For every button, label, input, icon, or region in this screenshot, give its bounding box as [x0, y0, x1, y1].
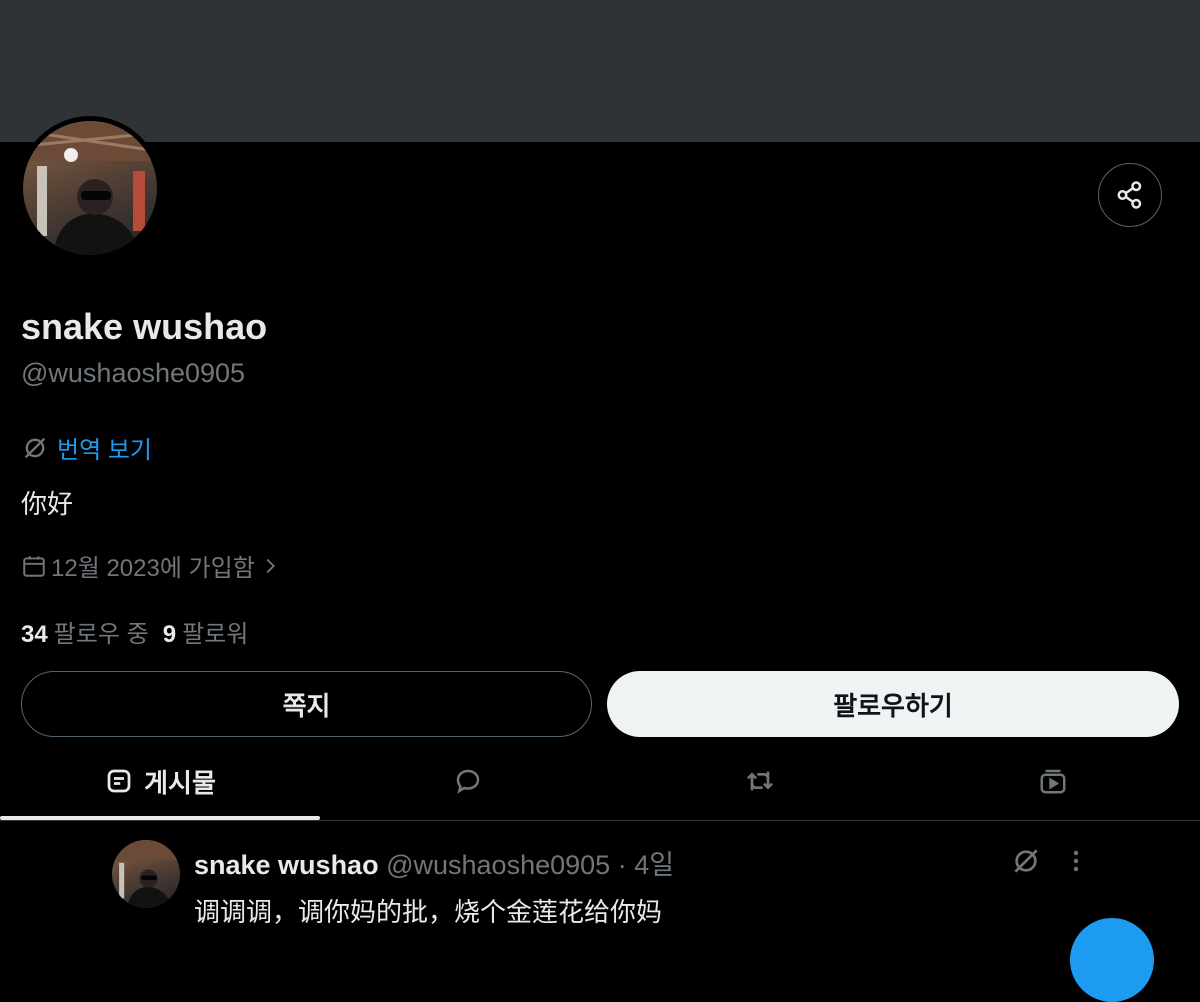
translate-label: 번역 보기: [57, 437, 152, 464]
followers-label: 팔로워: [182, 621, 249, 648]
follow-button[interactable]: 팔로우하기: [607, 671, 1179, 737]
share-button[interactable]: [1098, 163, 1162, 227]
translate-bio-link[interactable]: 번역 보기: [21, 430, 152, 465]
tabs-divider: [0, 820, 1200, 821]
post-header: snake wushao @wushaoshe0905 · 4일: [194, 843, 674, 882]
media-icon: [1040, 769, 1065, 794]
profile-avatar-frame: [18, 116, 162, 260]
following-link[interactable]: 34 팔로우 중: [21, 614, 149, 649]
tab-replies[interactable]: [320, 748, 615, 814]
chevron-right-icon: [266, 558, 275, 573]
profile-banner[interactable]: [0, 0, 1200, 142]
followers-count: 9: [162, 621, 177, 648]
profile-tabs: 게시물: [0, 748, 1200, 821]
follow-stats: 34 팔로우 중 9 팔로워: [21, 614, 248, 649]
post-text: 调调调，调你妈的批，烧个金莲花给你妈: [194, 897, 663, 927]
followers-link[interactable]: 9 팔로워: [163, 614, 249, 649]
tab-media[interactable]: [905, 748, 1200, 814]
profile-bio: 你好: [21, 489, 74, 519]
post-author-avatar[interactable]: [112, 840, 180, 908]
post-author-name[interactable]: snake wushao: [194, 850, 379, 880]
posts-icon: [107, 769, 131, 793]
replies-icon: [456, 769, 479, 794]
tab-posts[interactable]: 게시물: [0, 748, 320, 814]
repost-icon: [747, 771, 773, 791]
post-time[interactable]: 4일: [634, 850, 674, 880]
post-author-handle[interactable]: @wushaoshe0905: [386, 850, 610, 880]
message-button[interactable]: 쪽지: [21, 671, 592, 737]
more-vertical-icon: [1073, 850, 1079, 872]
translate-icon: [24, 437, 46, 458]
compose-fab[interactable]: [1070, 918, 1154, 1002]
calendar-icon: [23, 555, 45, 577]
tab-posts-label: 게시물: [144, 767, 216, 798]
post-translate-button[interactable]: [1010, 845, 1042, 882]
profile-display-name: snake wushao: [21, 306, 268, 347]
profile-avatar[interactable]: [23, 121, 157, 255]
post-more-button[interactable]: [1064, 848, 1088, 881]
tab-reposts[interactable]: [615, 748, 905, 814]
join-date: 12월 2023에 가입함: [51, 555, 255, 582]
translate-icon: [1014, 849, 1038, 873]
share-icon: [1117, 181, 1142, 209]
profile-handle: @wushaoshe0905: [21, 358, 246, 388]
join-date-row[interactable]: 12월 2023에 가입함: [21, 548, 281, 583]
following-label: 팔로우 중: [53, 621, 149, 648]
post-meta-separator: ·: [617, 850, 627, 880]
following-count: 34: [21, 621, 48, 648]
